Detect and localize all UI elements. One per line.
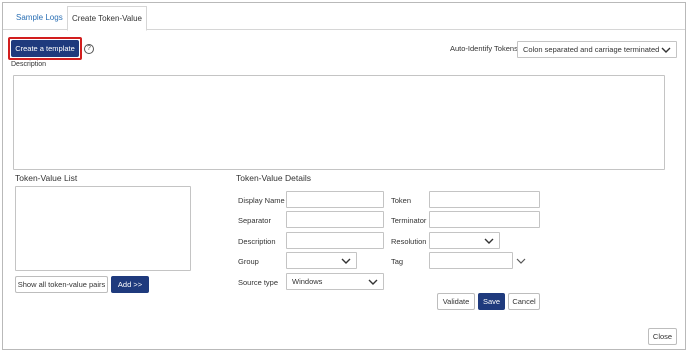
- terminator-field[interactable]: [429, 211, 540, 228]
- group-select[interactable]: [286, 252, 357, 269]
- chevron-down-icon: [484, 238, 494, 244]
- tab-sample-logs[interactable]: Sample Logs: [6, 6, 73, 31]
- auto-identify-label: Auto-Identify Tokens: [450, 44, 518, 53]
- resolution-label: Resolution: [391, 237, 427, 246]
- tag-chevron-down-icon[interactable]: [516, 257, 526, 265]
- separator-label: Separator: [238, 216, 271, 225]
- validate-button[interactable]: Validate: [437, 293, 475, 310]
- chevron-down-icon: [368, 279, 378, 285]
- display-name-label: Display Name: [238, 196, 285, 205]
- source-type-label: Source type: [238, 278, 279, 287]
- chevron-down-icon: [661, 47, 671, 53]
- token-field[interactable]: [429, 191, 540, 208]
- help-icon[interactable]: ?: [84, 44, 94, 54]
- tag-label: Tag: [391, 257, 404, 266]
- description-label: Description: [11, 61, 47, 68]
- token-value-details-title: Token-Value Details: [236, 173, 311, 183]
- chevron-down-icon: [341, 258, 351, 264]
- description-textarea[interactable]: [13, 75, 665, 170]
- auto-identify-select[interactable]: Colon separated and carriage terminated: [517, 41, 677, 58]
- detail-description-field[interactable]: [286, 232, 384, 249]
- token-label: Token: [391, 196, 412, 205]
- auto-identify-value: Colon separated and carriage terminated: [523, 45, 660, 54]
- token-value-list-title: Token-Value List: [15, 173, 78, 183]
- close-button[interactable]: Close: [648, 328, 677, 345]
- group-label: Group: [238, 257, 259, 266]
- display-name-field[interactable]: [286, 191, 384, 208]
- token-value-listbox[interactable]: [15, 186, 191, 271]
- save-button[interactable]: Save: [478, 293, 505, 310]
- add-button[interactable]: Add >>: [111, 276, 149, 293]
- tab-create-token-value[interactable]: Create Token-Value: [67, 6, 147, 31]
- cancel-button[interactable]: Cancel: [508, 293, 540, 310]
- create-template-button[interactable]: Create a template: [11, 40, 79, 57]
- tag-field[interactable]: [429, 252, 513, 269]
- source-type-select[interactable]: Windows: [286, 273, 384, 290]
- terminator-label: Terminator: [391, 216, 427, 225]
- detail-description-label: Description: [238, 237, 276, 246]
- resolution-select[interactable]: [429, 232, 500, 249]
- dialog-window: Sample Logs Create Token-Value Create a …: [2, 2, 686, 350]
- separator-field[interactable]: [286, 211, 384, 228]
- source-type-value: Windows: [292, 277, 323, 286]
- show-all-pairs-button[interactable]: Show all token-value pairs: [15, 276, 108, 293]
